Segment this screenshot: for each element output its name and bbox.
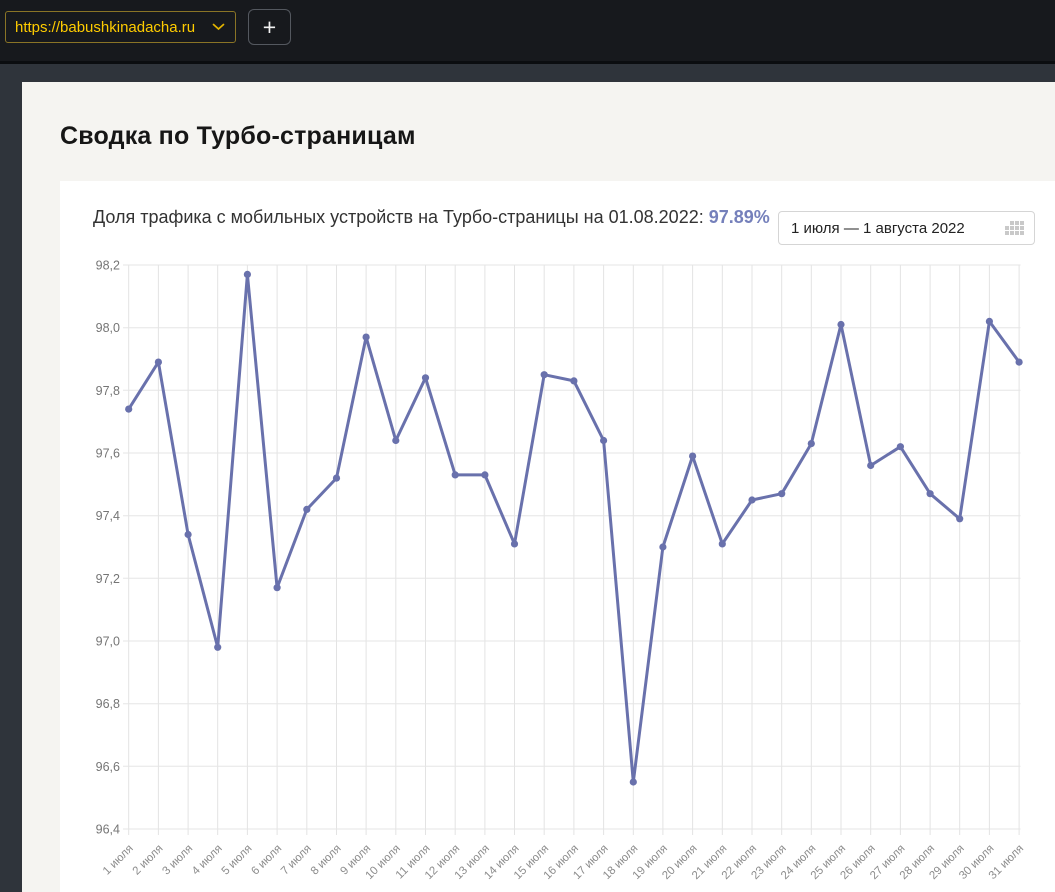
content-panel: Сводка по Турбо-страницам 98,2 98,0 97,8 97…: [22, 82, 1055, 892]
data-point[interactable]: [659, 543, 667, 551]
svg-text:8 июля: 8 июля: [309, 843, 344, 878]
svg-text:97,4: 97,4: [96, 509, 120, 523]
chart-svg[interactable]: 98,2 98,0 97,8 97,6 97,4 97,2 97,0 96,8 96,6 96,4…: [60, 181, 1055, 892]
add-site-button[interactable]: +: [248, 9, 291, 45]
svg-text:98,0: 98,0: [96, 321, 120, 335]
data-point[interactable]: [481, 471, 489, 479]
data-point[interactable]: [718, 540, 726, 548]
svg-text:3 июля: 3 июля: [160, 843, 195, 878]
svg-text:97,2: 97,2: [96, 572, 120, 586]
data-point[interactable]: [421, 374, 430, 382]
topbar-divider: [0, 61, 1055, 64]
data-point[interactable]: [748, 496, 756, 504]
data-point[interactable]: [956, 515, 964, 523]
data-point[interactable]: [985, 317, 994, 325]
data-point[interactable]: [600, 436, 608, 445]
data-point[interactable]: [184, 530, 192, 539]
svg-text:5 июля: 5 июля: [220, 843, 255, 878]
svg-text:2 июля: 2 июля: [131, 843, 166, 878]
data-point[interactable]: [570, 377, 578, 385]
data-point[interactable]: [273, 584, 281, 592]
site-url-label: https://babushkinadacha.ru: [15, 18, 196, 36]
data-point[interactable]: [214, 643, 222, 651]
data-point[interactable]: [778, 490, 786, 498]
data-point[interactable]: [1015, 358, 1023, 366]
data-point[interactable]: [540, 371, 548, 379]
data-point[interactable]: [926, 490, 934, 498]
data-point[interactable]: [125, 405, 133, 413]
svg-text:97,0: 97,0: [96, 635, 120, 649]
data-point[interactable]: [807, 440, 815, 448]
data-point[interactable]: [867, 461, 875, 470]
svg-text:96,4: 96,4: [96, 823, 120, 837]
data-point[interactable]: [896, 443, 905, 451]
traffic-chart[interactable]: 98,2 98,0 97,8 97,6 97,4 97,2 97,0 96,8 96,6 96,4…: [60, 181, 1055, 892]
svg-text:98,2: 98,2: [96, 259, 120, 273]
svg-text:7 июля: 7 июля: [279, 843, 314, 878]
chart-title-text: Доля трафика с мобильных устройств на Ту…: [93, 207, 704, 227]
svg-text:96,6: 96,6: [96, 760, 120, 774]
data-point[interactable]: [689, 452, 697, 460]
svg-text:4 июля: 4 июля: [190, 843, 225, 878]
page-title: Сводка по Турбо-страницам: [60, 122, 416, 150]
data-point[interactable]: [629, 778, 637, 786]
chart-title: Доля трафика с мобильных устройств на Ту…: [93, 207, 770, 228]
date-range-picker[interactable]: 1 июля — 1 августа 2022: [778, 211, 1035, 245]
data-point[interactable]: [332, 474, 341, 482]
svg-text:6 июля: 6 июля: [249, 843, 284, 878]
chart-current-value: 97.89%: [708, 207, 770, 227]
date-range-label: 1 июля — 1 августа 2022: [791, 219, 965, 237]
svg-text:1 июля: 1 июля: [101, 843, 136, 878]
data-point[interactable]: [392, 436, 400, 445]
data-point[interactable]: [837, 320, 845, 329]
y-axis-labels: 98,2 98,0 97,8 97,6 97,4 97,2 97,0 96,8 96,6 96,4: [96, 259, 120, 837]
chevron-down-icon: [212, 23, 225, 31]
data-point[interactable]: [154, 358, 162, 366]
turbo-summary-card: 98,2 98,0 97,8 97,6 97,4 97,2 97,0 96,8 96,6 96,4…: [60, 181, 1055, 892]
data-point[interactable]: [303, 505, 311, 513]
browser-top-bar: https://babushkinadacha.ru +: [0, 0, 1055, 61]
x-axis-labels: 1 июля2 июля3 июля4 июля5 июля6 июля7 ию…: [101, 843, 1026, 882]
calendar-icon: [1005, 221, 1024, 235]
data-point[interactable]: [510, 540, 519, 548]
chart-grid: [123, 264, 1021, 835]
svg-text:96,8: 96,8: [96, 697, 120, 711]
data-point[interactable]: [362, 333, 370, 341]
data-point[interactable]: [243, 270, 251, 278]
svg-text:97,6: 97,6: [96, 447, 120, 461]
data-point[interactable]: [451, 471, 459, 479]
site-url-dropdown[interactable]: https://babushkinadacha.ru: [5, 11, 236, 43]
svg-text:97,8: 97,8: [96, 384, 120, 398]
